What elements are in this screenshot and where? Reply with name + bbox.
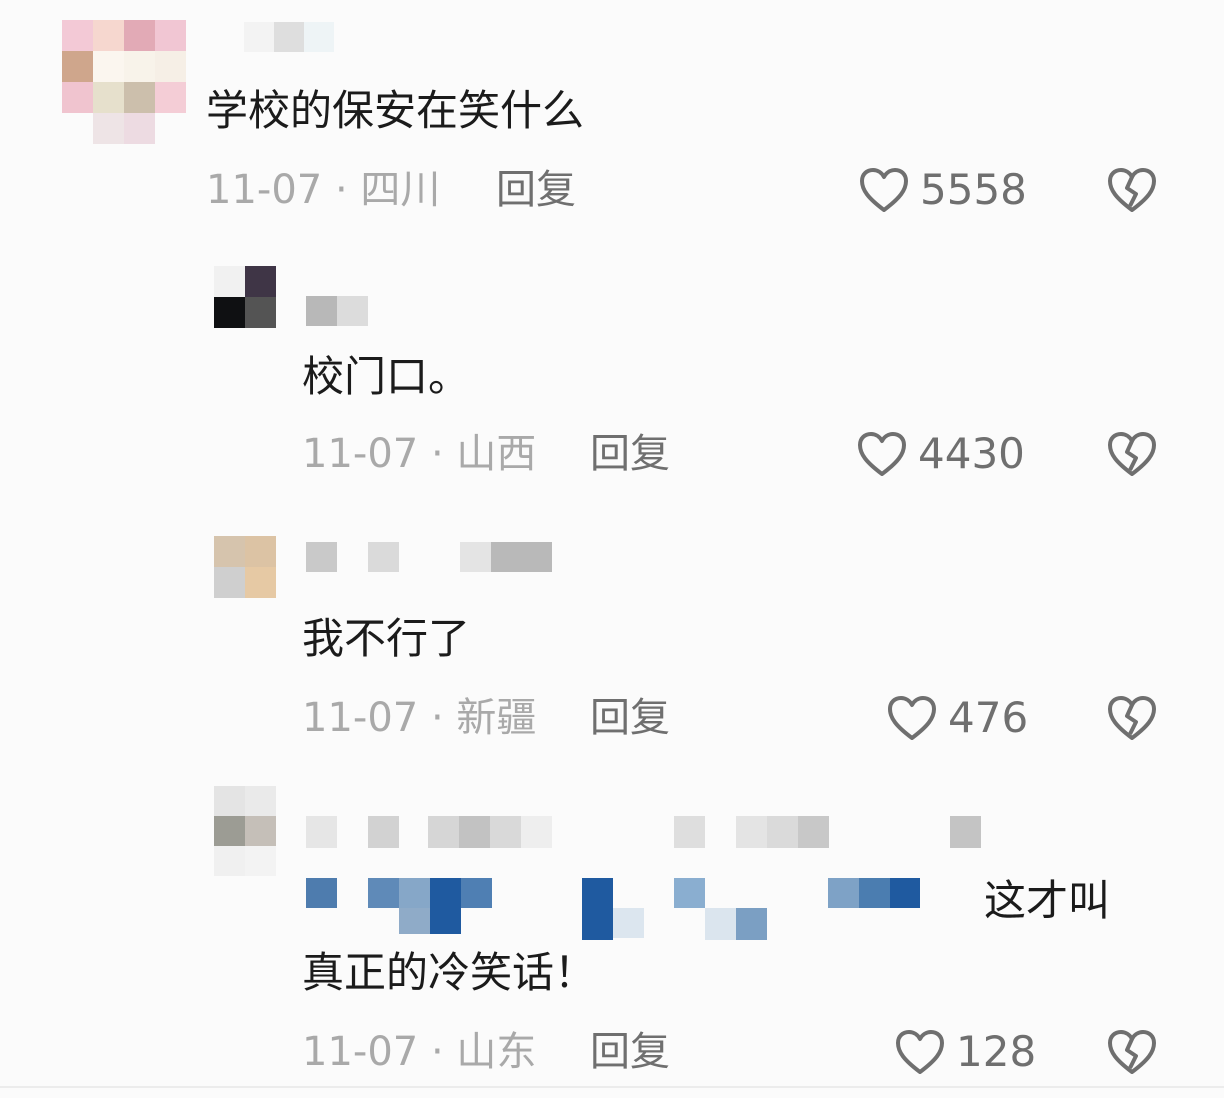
heart-outline-icon xyxy=(888,696,936,740)
broken-heart-icon[interactable] xyxy=(1106,430,1158,478)
comment-text: 真正的冷笑话！ xyxy=(302,948,597,997)
comment-meta: 11-07 · 山西 xyxy=(302,430,536,478)
mention-blurred[interactable] xyxy=(306,878,920,940)
reply-button[interactable]: 回复 xyxy=(590,694,670,742)
comment-text-tail: 这才叫 xyxy=(984,876,1111,925)
reply-button[interactable]: 回复 xyxy=(590,430,670,478)
reply-button[interactable]: 回复 xyxy=(496,166,576,214)
comment-date: 11-07 xyxy=(302,1029,419,1075)
like-button[interactable]: 128 xyxy=(894,1028,1036,1076)
username-blurred[interactable] xyxy=(306,296,368,326)
like-button[interactable]: 5558 xyxy=(858,166,1027,214)
avatar[interactable] xyxy=(62,20,186,144)
like-count: 5558 xyxy=(920,165,1027,214)
comment-date: 11-07 xyxy=(302,695,419,741)
meta-separator: · xyxy=(430,695,444,741)
bottom-divider xyxy=(0,1086,1224,1088)
comment-location: 新疆 xyxy=(456,695,537,741)
comment-text: 学校的保安在笑什么 xyxy=(206,86,585,135)
meta-separator: · xyxy=(430,1029,444,1075)
meta-separator: · xyxy=(430,431,444,477)
broken-heart-icon[interactable] xyxy=(1106,1028,1158,1076)
like-count: 128 xyxy=(956,1027,1037,1076)
broken-heart-icon[interactable] xyxy=(1106,694,1158,742)
like-count: 476 xyxy=(948,693,1029,742)
comment-date: 11-07 xyxy=(206,167,323,213)
username-blurred[interactable] xyxy=(306,816,982,848)
avatar[interactable] xyxy=(214,786,276,878)
heart-outline-icon xyxy=(896,1030,944,1074)
comment-text: 我不行了 xyxy=(302,614,471,663)
reply-button[interactable]: 回复 xyxy=(590,1028,670,1076)
comment-text: 校门口。 xyxy=(302,352,471,401)
like-button[interactable]: 476 xyxy=(886,694,1028,742)
broken-heart-icon[interactable] xyxy=(1106,166,1158,214)
comment-date: 11-07 xyxy=(302,431,419,477)
heart-outline-icon xyxy=(858,432,906,476)
heart-outline-icon xyxy=(860,168,908,212)
like-count: 4430 xyxy=(918,429,1025,478)
comment-meta: 11-07 · 新疆 xyxy=(302,694,536,742)
comment-location: 四川 xyxy=(360,167,441,213)
avatar[interactable] xyxy=(214,266,276,328)
comment-meta: 11-07 · 山东 xyxy=(302,1028,536,1076)
comment-location: 山东 xyxy=(456,1029,537,1075)
avatar[interactable] xyxy=(214,536,276,598)
meta-separator: · xyxy=(334,167,348,213)
comment-meta: 11-07 · 四川 xyxy=(206,166,440,214)
like-button[interactable]: 4430 xyxy=(856,430,1025,478)
username-blurred[interactable] xyxy=(306,542,552,572)
comment-location: 山西 xyxy=(456,431,537,477)
username-blurred[interactable] xyxy=(244,22,340,52)
